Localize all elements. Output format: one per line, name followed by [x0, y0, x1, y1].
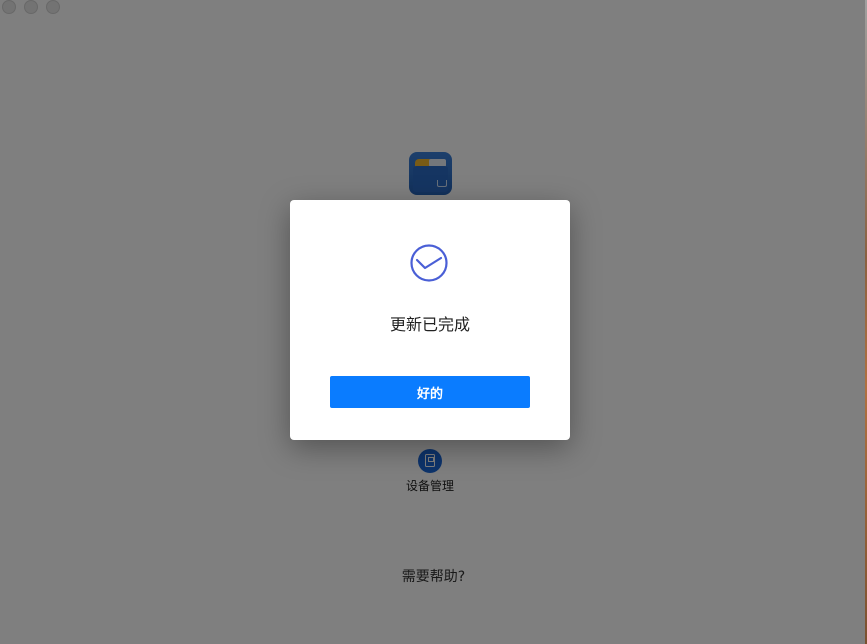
update-complete-dialog: 更新已完成 好的: [290, 200, 570, 440]
app-window: 在硬件钱包应用 设备管理 需要帮助? 更新已完成 好的: [0, 0, 867, 644]
dialog-message: 更新已完成: [389, 315, 470, 334]
ok-button[interactable]: 好的: [330, 376, 530, 408]
check-circle-icon: [410, 244, 448, 282]
